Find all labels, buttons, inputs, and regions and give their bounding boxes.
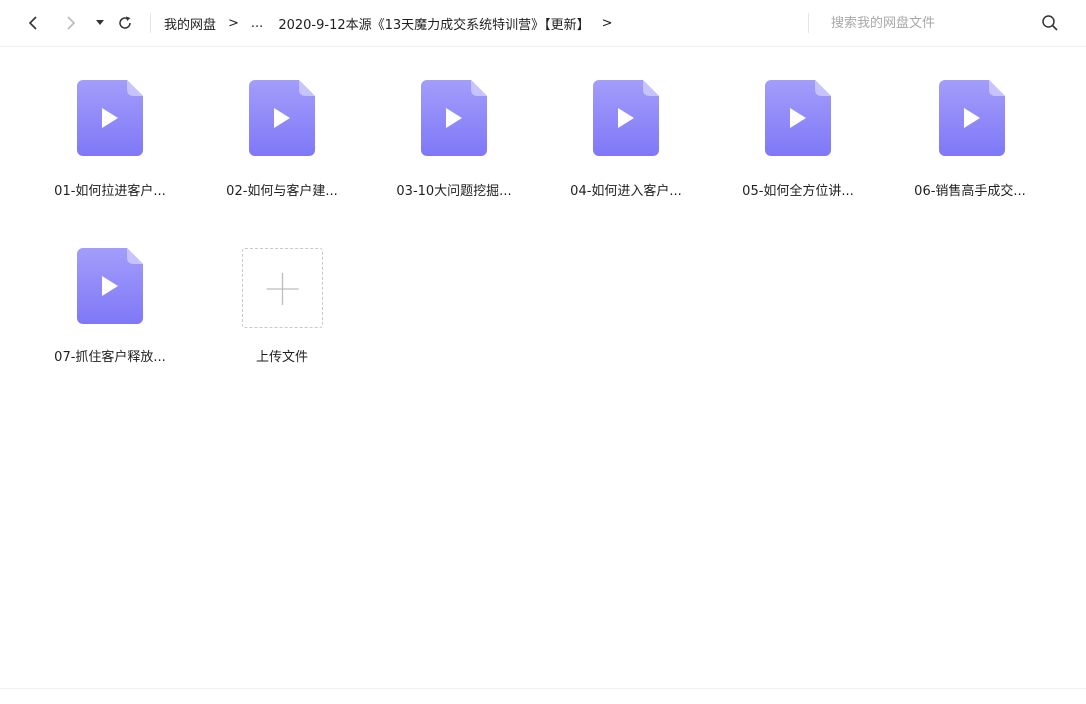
video-file-icon [593,80,659,156]
toolbar-divider [150,13,151,33]
file-item[interactable]: 05-如何全方位讲... [712,80,884,230]
search-divider [808,13,809,33]
file-name: 04-如何进入客户... [570,184,682,199]
file-item[interactable]: 03-10大问题挖掘... [368,80,540,230]
file-item[interactable]: 06-销售高手成交... [884,80,1056,230]
back-button[interactable] [24,10,42,36]
file-item[interactable]: 01-如何拉进客户... [24,80,196,230]
refresh-icon [119,16,131,29]
video-file-icon [77,248,143,324]
file-name: 02-如何与客户建... [226,184,338,199]
file-name: 07-抓住客户释放... [54,350,166,365]
caret-down-icon [96,20,104,25]
file-name: 06-销售高手成交... [914,184,1026,199]
video-file-icon [249,80,315,156]
search-icon [1042,15,1058,31]
video-file-icon [765,80,831,156]
breadcrumb-root[interactable]: 我的网盘 [164,14,216,33]
breadcrumb-ellipsis[interactable]: ... [251,16,263,31]
file-name: 03-10大问题挖掘... [396,184,512,199]
file-name: 01-如何拉进客户... [54,184,166,199]
breadcrumb: 我的网盘 > ... 2020-9-12本源《13天魔力成交系统特训营》【更新】… [164,0,625,47]
breadcrumb-separator: > [228,16,239,31]
upload-file-button[interactable] [242,248,323,328]
history-dropdown-button[interactable] [94,10,106,36]
status-bar-divider [0,688,1086,689]
video-file-icon [421,80,487,156]
search-input[interactable]: 搜索我的网盘文件 [831,0,935,47]
chevron-left-icon [28,16,37,30]
breadcrumb-current[interactable]: 2020-9-12本源《13天魔力成交系统特训营》【更新】 [278,14,589,33]
file-item[interactable]: 04-如何进入客户... [540,80,712,230]
breadcrumb-separator[interactable]: > [602,16,613,31]
video-file-icon [939,80,1005,156]
plus-icon [266,273,299,305]
upload-file-label[interactable]: 上传文件 [196,346,368,365]
top-toolbar: 我的网盘 > ... 2020-9-12本源《13天魔力成交系统特训营》【更新】… [0,0,1086,47]
search-button[interactable] [1041,14,1061,34]
video-file-icon [77,80,143,156]
refresh-button[interactable] [115,10,135,36]
file-name: 05-如何全方位讲... [742,184,854,199]
forward-button[interactable] [62,10,80,36]
chevron-right-icon [67,16,76,30]
file-item[interactable]: 02-如何与客户建... [196,80,368,230]
file-item[interactable]: 07-抓住客户释放... [24,248,196,398]
